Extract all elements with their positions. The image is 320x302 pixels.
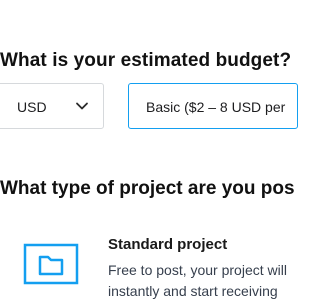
standard-project-description: Free to post, your project will instantl… xyxy=(108,262,287,299)
currency-select[interactable]: USD xyxy=(0,83,104,129)
currency-value: USD xyxy=(17,99,47,115)
budget-plan-value: Basic ($2 – 8 USD per xyxy=(146,99,286,115)
project-type-heading: What type of project are you pos xyxy=(0,178,295,199)
standard-project-title: Standard project xyxy=(108,236,228,253)
chevron-down-icon xyxy=(76,102,88,110)
budget-plan-select[interactable]: Basic ($2 – 8 USD per xyxy=(128,83,298,129)
standard-project-icon xyxy=(23,243,79,285)
budget-heading: What is your estimated budget? xyxy=(0,50,292,71)
